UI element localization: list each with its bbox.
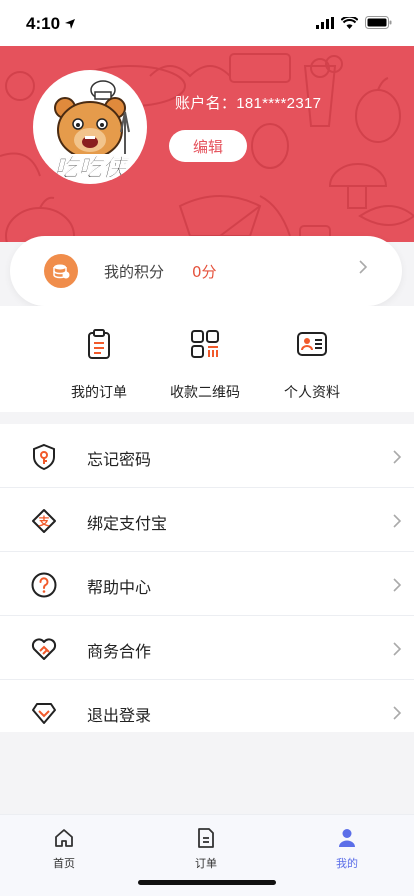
home-icon	[55, 829, 73, 847]
tab-orders[interactable]: 订单	[161, 827, 251, 871]
tab-label: 我的	[336, 857, 358, 870]
menu-item-business-cooperation[interactable]: 商务合作	[0, 616, 414, 680]
profile-icon	[339, 829, 355, 847]
menu-item-forgot-password[interactable]: 忘记密码	[0, 424, 414, 488]
tab-mine[interactable]: 我的	[302, 827, 392, 871]
status-time: 4:10	[26, 14, 61, 33]
chevron-right-icon	[393, 642, 402, 656]
menu-item-label: 忘记密码	[87, 450, 152, 469]
quick-action-label: 个人资料	[284, 385, 340, 401]
menu-item-logout[interactable]: 退出登录	[0, 680, 414, 732]
clipboard-icon	[88, 329, 110, 359]
points-label: 我的积分	[104, 263, 165, 281]
logout-icon	[32, 703, 56, 724]
menu-item-label: 帮助中心	[87, 578, 152, 597]
help-icon	[31, 572, 57, 598]
qr-code-icon	[191, 330, 219, 358]
order-icon	[198, 828, 214, 848]
points-card[interactable]: 我的积分 0分	[10, 236, 402, 306]
quick-actions: 我的订单 收款二维码 个人资料	[0, 306, 414, 412]
edit-profile-button[interactable]: 编辑	[169, 130, 247, 162]
menu-item-bind-alipay[interactable]: 支 绑定支付宝	[0, 488, 414, 552]
shield-key-icon	[33, 443, 55, 471]
tab-label: 订单	[195, 857, 217, 870]
profile-header: 吃吃侠 账户名：181****2317 编辑	[0, 46, 414, 242]
chevron-right-icon	[393, 578, 402, 592]
tab-label: 首页	[53, 857, 75, 870]
home-indicator	[138, 880, 276, 885]
quick-action-qr-code[interactable]: 收款二维码	[145, 328, 265, 402]
quick-action-my-orders[interactable]: 我的订单	[39, 328, 159, 402]
quick-action-profile-info[interactable]: 个人资料	[252, 328, 372, 402]
status-bar: 4:10	[0, 0, 414, 46]
location-arrow-icon	[65, 19, 75, 29]
battery-icon	[365, 16, 392, 29]
svg-text:支: 支	[38, 514, 51, 528]
coins-icon	[44, 254, 78, 288]
points-value: 0分	[192, 263, 217, 281]
alipay-icon: 支	[32, 509, 56, 533]
signal-icon	[316, 16, 334, 29]
account-name: 账户名：181****2317	[175, 95, 322, 112]
menu-item-help-center[interactable]: 帮助中心	[0, 552, 414, 616]
chevron-right-icon	[359, 260, 368, 274]
settings-menu: 忘记密码 支 绑定支付宝 帮助中心 商务合作 退出登录	[0, 424, 414, 732]
menu-item-label: 商务合作	[87, 642, 152, 661]
handshake-heart-icon	[31, 638, 57, 660]
avatar[interactable]: 吃吃侠	[33, 70, 147, 184]
mascot-logo: 吃吃侠	[39, 80, 141, 182]
chevron-right-icon	[393, 450, 402, 464]
chevron-right-icon	[393, 706, 402, 720]
id-card-icon	[297, 332, 327, 356]
menu-item-label: 退出登录	[87, 706, 152, 725]
chevron-right-icon	[393, 514, 402, 528]
quick-action-label: 收款二维码	[170, 385, 240, 401]
quick-action-label: 我的订单	[71, 385, 127, 401]
wifi-icon	[341, 16, 358, 29]
menu-item-label: 绑定支付宝	[87, 514, 168, 533]
tab-home[interactable]: 首页	[19, 827, 109, 871]
